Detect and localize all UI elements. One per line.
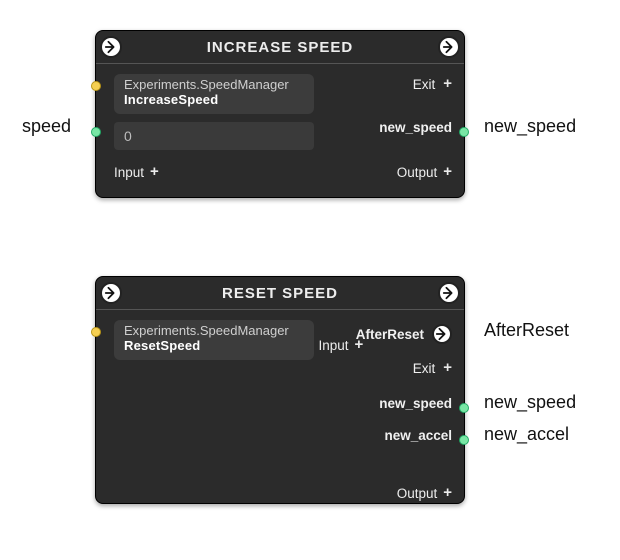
port-new-accel[interactable]: new_accel [384,428,452,443]
node-title: RESET SPEED [122,285,438,302]
port-label: new_accel [384,428,452,443]
port-label: AfterReset [356,327,424,342]
port-label: Exit [413,361,436,376]
port-pin-speed-in[interactable] [91,127,101,137]
plus-icon: + [443,484,452,501]
external-label-speed: speed [22,116,71,137]
speed-value-input[interactable] [114,122,314,150]
flow-in-icon[interactable] [100,282,122,304]
add-output-label: Output [397,486,438,501]
port-afterreset[interactable]: AfterReset [356,324,452,344]
flow-out-icon[interactable] [438,36,460,58]
script-namespace: Experiments.SpeedManager [124,324,304,339]
flow-out-icon[interactable] [432,324,452,344]
flow-out-icon[interactable] [438,282,460,304]
add-output-button[interactable]: Output + [397,485,452,502]
script-reference[interactable]: Experiments.SpeedManager ResetSpeed [114,320,314,360]
external-label-new-speed: new_speed [484,392,576,413]
add-output-label: Output [397,165,438,180]
script-function: IncreaseSpeed [124,93,304,108]
node-graph-canvas: INCREASE SPEED Experiments.SpeedManager … [0,0,620,560]
external-label-afterreset: AfterReset [484,320,569,341]
add-input-button[interactable]: Input + [114,164,159,181]
node-reset-speed[interactable]: RESET SPEED Experiments.SpeedManager Res… [95,276,465,504]
node-titlebar: INCREASE SPEED [96,31,464,64]
port-pin-new-speed-out[interactable] [459,403,469,413]
plus-icon: + [443,163,452,180]
plus-icon: + [443,75,452,92]
plus-icon: + [443,359,452,376]
node-increase-speed[interactable]: INCREASE SPEED Experiments.SpeedManager … [95,30,465,198]
script-namespace: Experiments.SpeedManager [124,78,304,93]
port-pin-new-accel-out[interactable] [459,435,469,445]
port-exit[interactable]: Exit + [413,360,452,377]
port-pin-target[interactable] [91,327,101,337]
port-pin-target[interactable] [91,81,101,91]
add-output-button[interactable]: Output + [397,164,452,181]
port-exit[interactable]: Exit + [413,76,452,93]
external-label-new-speed: new_speed [484,116,576,137]
script-function: ResetSpeed [124,339,304,354]
port-pin-new-speed-out[interactable] [459,127,469,137]
node-title: INCREASE SPEED [122,39,438,56]
script-reference[interactable]: Experiments.SpeedManager IncreaseSpeed [114,74,314,114]
node-titlebar: RESET SPEED [96,277,464,310]
flow-in-icon[interactable] [100,36,122,58]
external-label-new-accel: new_accel [484,424,569,445]
add-input-label: Input [318,338,348,353]
port-label: new_speed [379,120,452,135]
port-label: Exit [413,77,436,92]
add-input-label: Input [114,165,144,180]
port-new-speed[interactable]: new_speed [379,396,452,411]
port-label: new_speed [379,396,452,411]
plus-icon: + [150,163,159,180]
port-new-speed[interactable]: new_speed [379,120,452,135]
